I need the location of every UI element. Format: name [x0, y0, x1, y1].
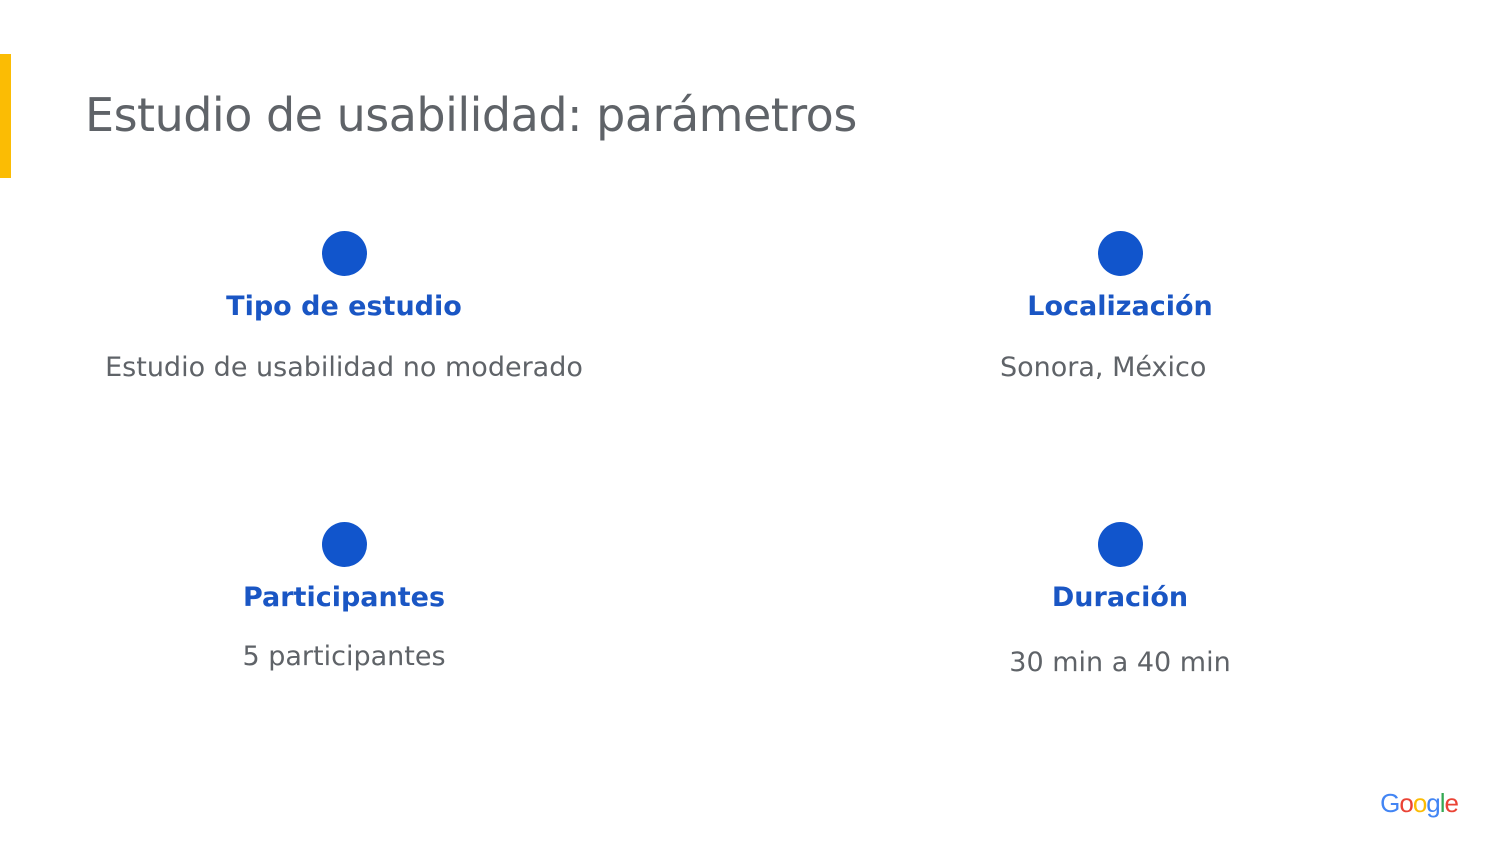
logo-letter: g: [1426, 788, 1441, 818]
logo-letter: o: [1399, 788, 1414, 818]
bullet-dot-icon: [321, 522, 367, 567]
accent-bar: [0, 54, 11, 178]
bullet-dot-icon: [1097, 522, 1143, 567]
slide-title: Estudio de usabilidad: parámetros: [85, 88, 857, 142]
parameter-label: Participantes: [242, 582, 446, 613]
parameter-study-type: Tipo de estudio Estudio de usabilidad no…: [64, 231, 624, 383]
parameter-participants: Participantes 5 participantes: [64, 522, 624, 672]
parameter-label: Duración: [1051, 582, 1189, 613]
parameter-duration: Duración 30 min a 40 min: [840, 522, 1400, 678]
bullet-dot-icon: [321, 231, 367, 276]
logo-letter: e: [1444, 788, 1460, 818]
google-logo: Google: [1380, 788, 1460, 819]
parameter-value: Sonora, México: [1000, 352, 1207, 383]
logo-letter: o: [1412, 788, 1428, 818]
parameter-location: Localización Sonora, México: [840, 231, 1400, 383]
parameter-value: 5 participantes: [242, 641, 446, 672]
slide: Estudio de usabilidad: parámetros Tipo d…: [0, 0, 1500, 844]
logo-letter: G: [1380, 788, 1400, 818]
parameter-value: 30 min a 40 min: [1009, 647, 1231, 678]
parameter-value: Estudio de usabilidad no moderado: [105, 352, 583, 383]
parameter-label: Localización: [1027, 291, 1213, 322]
bullet-dot-icon: [1097, 231, 1143, 276]
parameter-label: Tipo de estudio: [226, 291, 462, 322]
